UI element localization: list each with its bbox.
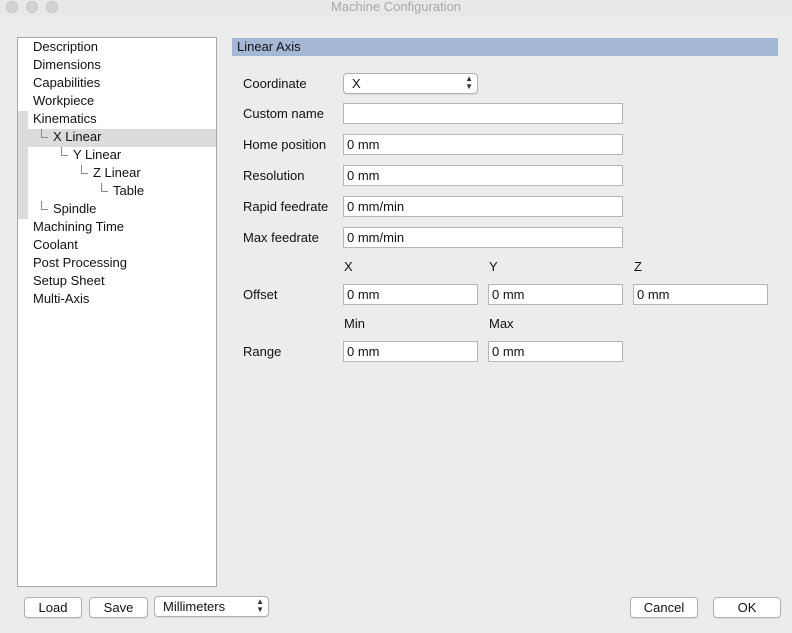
range-max-input[interactable]: 0 mm	[488, 341, 623, 362]
tree-branch-line	[81, 165, 88, 174]
resolution-input[interactable]: 0 mm	[343, 165, 623, 186]
tree-branch-line	[41, 201, 48, 210]
max-feedrate-label: Max feedrate	[243, 230, 319, 245]
rapid-feedrate-label: Rapid feedrate	[243, 199, 329, 214]
window-title: Machine Configuration	[330, 0, 462, 14]
offset-label: Offset	[243, 287, 278, 302]
tree-item-multi-axis[interactable]: Multi-Axis	[33, 290, 89, 308]
units-select[interactable]: Millimeters ▲ ▼	[154, 596, 269, 617]
save-button[interactable]: Save	[89, 597, 148, 618]
ok-button[interactable]: OK	[713, 597, 781, 618]
section-header: Linear Axis	[232, 38, 778, 56]
tree-branch-highlight	[18, 111, 28, 219]
tree-item-setup-sheet[interactable]: Setup Sheet	[33, 272, 105, 290]
offset-z-heading: Z	[634, 259, 642, 274]
range-label: Range	[243, 344, 282, 359]
section-title: Linear Axis	[237, 39, 301, 54]
offset-x-input[interactable]: 0 mm	[343, 284, 478, 305]
offset-y-input[interactable]: 0 mm	[488, 284, 623, 305]
max-feedrate-input[interactable]: 0 mm/min	[343, 227, 623, 248]
coordinate-value: X	[352, 76, 361, 91]
tree-item-x-linear[interactable]: X Linear	[53, 128, 101, 146]
tree-item-spindle[interactable]: Spindle	[53, 200, 96, 218]
tree-item-post-processing[interactable]: Post Processing	[33, 254, 127, 272]
custom-name-label: Custom name	[243, 106, 324, 121]
units-value: Millimeters	[163, 599, 226, 614]
home-position-label: Home position	[243, 137, 327, 152]
coordinate-label: Coordinate	[243, 76, 307, 91]
tree-item-table[interactable]: Table	[113, 182, 144, 200]
updown-arrows-icon: ▲ ▼	[256, 597, 264, 614]
updown-arrows-icon: ▲ ▼	[465, 74, 473, 91]
range-min-input[interactable]: 0 mm	[343, 341, 478, 362]
tree-item-coolant[interactable]: Coolant	[33, 236, 78, 254]
load-button[interactable]: Load	[24, 597, 82, 618]
offset-x-heading: X	[344, 259, 353, 274]
range-min-heading: Min	[344, 316, 365, 331]
tree-item-z-linear[interactable]: Z Linear	[93, 164, 141, 182]
offset-y-heading: Y	[489, 259, 498, 274]
rapid-feedrate-input[interactable]: 0 mm/min	[343, 196, 623, 217]
cancel-button[interactable]: Cancel	[630, 597, 698, 618]
tree-branch-line	[61, 147, 68, 156]
tree-item-description[interactable]: Description	[33, 38, 98, 56]
tree-item-capabilities[interactable]: Capabilities	[33, 74, 100, 92]
tree-branch-line	[41, 129, 48, 138]
title-bar: Machine Configuration	[0, 0, 792, 16]
custom-name-input[interactable]	[343, 103, 623, 124]
tree-branch-line	[101, 183, 108, 192]
resolution-label: Resolution	[243, 168, 305, 183]
offset-z-input[interactable]: 0 mm	[633, 284, 768, 305]
tree-item-dimensions[interactable]: Dimensions	[33, 56, 101, 74]
tree-item-machining-time[interactable]: Machining Time	[33, 218, 124, 236]
coordinate-select[interactable]: X ▲ ▼	[343, 73, 478, 94]
range-max-heading: Max	[489, 316, 514, 331]
tree-item-workpiece[interactable]: Workpiece	[33, 92, 94, 110]
tree-item-kinematics[interactable]: Kinematics	[33, 110, 97, 128]
tree-item-y-linear[interactable]: Y Linear	[73, 146, 121, 164]
configuration-tree[interactable]: Description Dimensions Capabilities Work…	[17, 37, 217, 587]
home-position-input[interactable]: 0 mm	[343, 134, 623, 155]
